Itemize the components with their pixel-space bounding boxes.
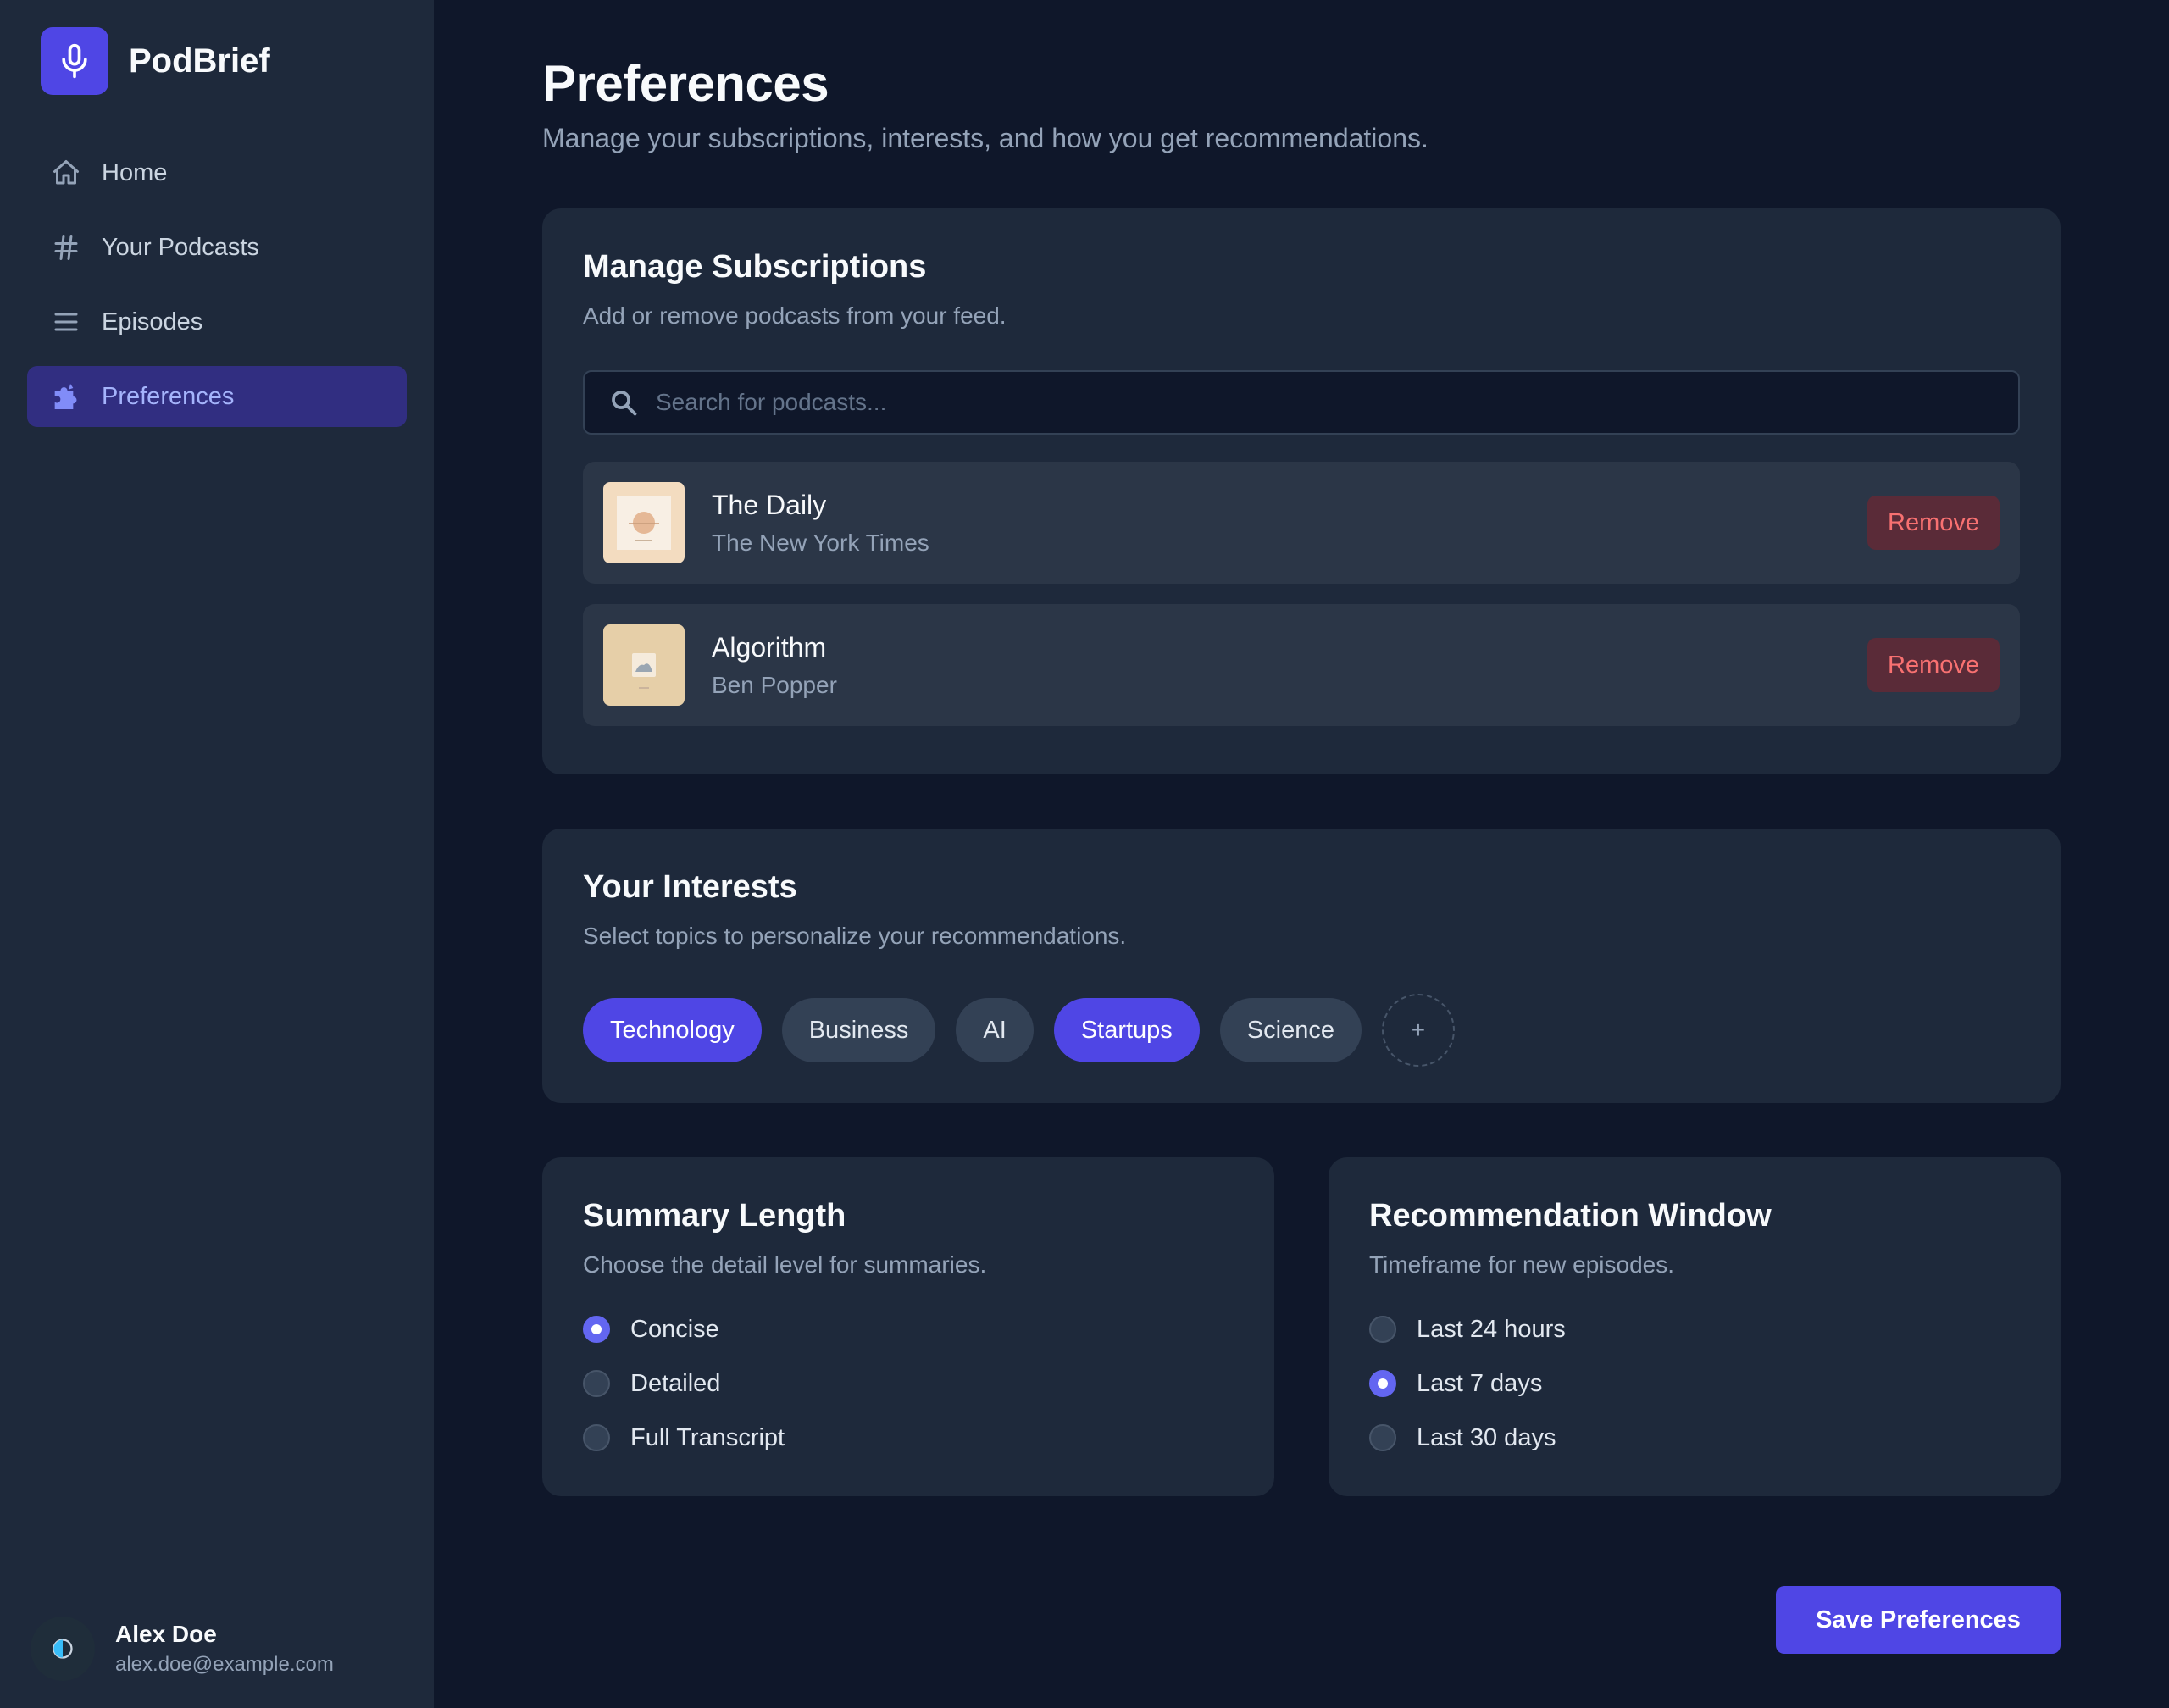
radio-button[interactable] <box>1369 1424 1396 1451</box>
podcast-title: The Daily <box>712 489 827 520</box>
chip-technology[interactable]: Technology <box>583 998 762 1062</box>
user-profile[interactable]: Alex Doe alex.doe@example.com <box>31 1616 334 1681</box>
search-icon <box>608 387 639 418</box>
remove-button[interactable]: Remove <box>1867 638 2000 692</box>
search-input[interactable] <box>656 389 1994 416</box>
summary-length-options: Concise Detailed Full Transcript <box>583 1302 1234 1465</box>
sidebar-item-episodes[interactable]: Episodes <box>27 291 407 352</box>
radio-button[interactable] <box>583 1370 610 1397</box>
radio-option-last-30-days[interactable]: Last 30 days <box>1369 1411 2020 1465</box>
search-box[interactable] <box>583 370 2020 435</box>
radio-label: Detailed <box>630 1369 721 1397</box>
sidebar: PodBrief Home Your Podcasts Episodes Pre… <box>0 0 434 1708</box>
add-interest-button[interactable]: + <box>1381 994 1455 1067</box>
interests-title: Your Interests <box>583 869 797 905</box>
summary-length-description: Choose the detail level for summaries. <box>583 1251 987 1278</box>
home-icon <box>49 156 83 190</box>
radio-option-detailed[interactable]: Detailed <box>583 1356 1234 1411</box>
interests-description: Select topics to personalize your recomm… <box>583 923 1127 949</box>
interest-chips: Technology Business AI Startups Science … <box>583 994 2020 1067</box>
chip-science[interactable]: Science <box>1219 998 1362 1062</box>
sidebar-item-home[interactable]: Home <box>27 142 407 203</box>
puzzle-icon <box>49 380 83 413</box>
podcast-title: Algorithm <box>712 631 827 663</box>
main-content: Preferences Manage your subscriptions, i… <box>434 0 2169 1708</box>
options-row: Summary Length Choose the detail level f… <box>542 1157 2061 1496</box>
recommendation-window-description: Timeframe for new episodes. <box>1369 1251 1674 1278</box>
chip-startups[interactable]: Startups <box>1053 998 1200 1062</box>
subscriptions-title: Manage Subscriptions <box>583 249 927 285</box>
user-email: alex.doe@example.com <box>115 1653 334 1676</box>
radio-label: Last 30 days <box>1417 1423 1556 1451</box>
avatar <box>31 1616 95 1681</box>
chip-business[interactable]: Business <box>781 998 936 1062</box>
podcast-author: Ben Popper <box>712 671 837 698</box>
summary-length-card: Summary Length Choose the detail level f… <box>542 1157 1274 1496</box>
podcast-cover-image <box>603 624 685 706</box>
recommendation-window-options: Last 24 hours Last 7 days Last 30 days <box>1369 1302 2020 1465</box>
brand-name: PodBrief <box>129 42 270 80</box>
sidebar-item-label: Episodes <box>102 308 203 336</box>
user-info: Alex Doe alex.doe@example.com <box>115 1621 334 1677</box>
radio-label: Full Transcript <box>630 1423 785 1451</box>
hash-icon <box>49 230 83 264</box>
subscriptions-card: Manage Subscriptions Add or remove podca… <box>542 208 2061 774</box>
interests-card: Your Interests Select topics to personal… <box>542 829 2061 1103</box>
recommendation-window-card: Recommendation Window Timeframe for new … <box>1329 1157 2061 1496</box>
subscription-item: Algorithm Ben Popper Remove <box>583 604 2020 726</box>
microphone-icon <box>41 27 108 95</box>
radio-button[interactable] <box>583 1424 610 1451</box>
radio-option-concise[interactable]: Concise <box>583 1302 1234 1356</box>
subscriptions-description: Add or remove podcasts from your feed. <box>583 302 1007 329</box>
sidebar-item-label: Home <box>102 158 168 186</box>
recommendation-window-title: Recommendation Window <box>1369 1198 1772 1234</box>
radio-button[interactable] <box>1369 1370 1396 1397</box>
chip-ai[interactable]: AI <box>956 998 1034 1062</box>
radio-button[interactable] <box>583 1316 610 1343</box>
list-icon <box>49 305 83 339</box>
radio-label: Concise <box>630 1315 719 1343</box>
remove-button[interactable]: Remove <box>1867 496 2000 550</box>
app-root: PodBrief Home Your Podcasts Episodes Pre… <box>0 0 2169 1708</box>
radio-option-last-7-days[interactable]: Last 7 days <box>1369 1356 2020 1411</box>
summary-length-title: Summary Length <box>583 1198 846 1234</box>
sidebar-item-your-podcasts[interactable]: Your Podcasts <box>27 217 407 278</box>
radio-label: Last 7 days <box>1417 1369 1543 1397</box>
sidebar-item-preferences[interactable]: Preferences <box>27 366 407 427</box>
podcast-author: The New York Times <box>712 529 929 556</box>
save-preferences-button[interactable]: Save Preferences <box>1776 1586 2061 1654</box>
podcast-cover-image <box>603 482 685 563</box>
radio-label: Last 24 hours <box>1417 1315 1566 1343</box>
page-subtitle: Manage your subscriptions, interests, an… <box>542 123 1428 153</box>
sidebar-item-label: Your Podcasts <box>102 233 259 261</box>
page-title: Preferences <box>542 55 829 112</box>
subscription-info: The Daily The New York Times <box>712 490 1867 557</box>
radio-option-last-24-hours[interactable]: Last 24 hours <box>1369 1302 2020 1356</box>
radio-option-full-transcript[interactable]: Full Transcript <box>583 1411 1234 1465</box>
sidebar-nav: Home Your Podcasts Episodes Preferences <box>27 142 407 427</box>
sidebar-item-label: Preferences <box>102 382 235 410</box>
subscription-info: Algorithm Ben Popper <box>712 632 1867 699</box>
radio-button[interactable] <box>1369 1316 1396 1343</box>
user-name: Alex Doe <box>115 1621 217 1647</box>
brand[interactable]: PodBrief <box>41 27 407 95</box>
subscription-item: The Daily The New York Times Remove <box>583 462 2020 584</box>
